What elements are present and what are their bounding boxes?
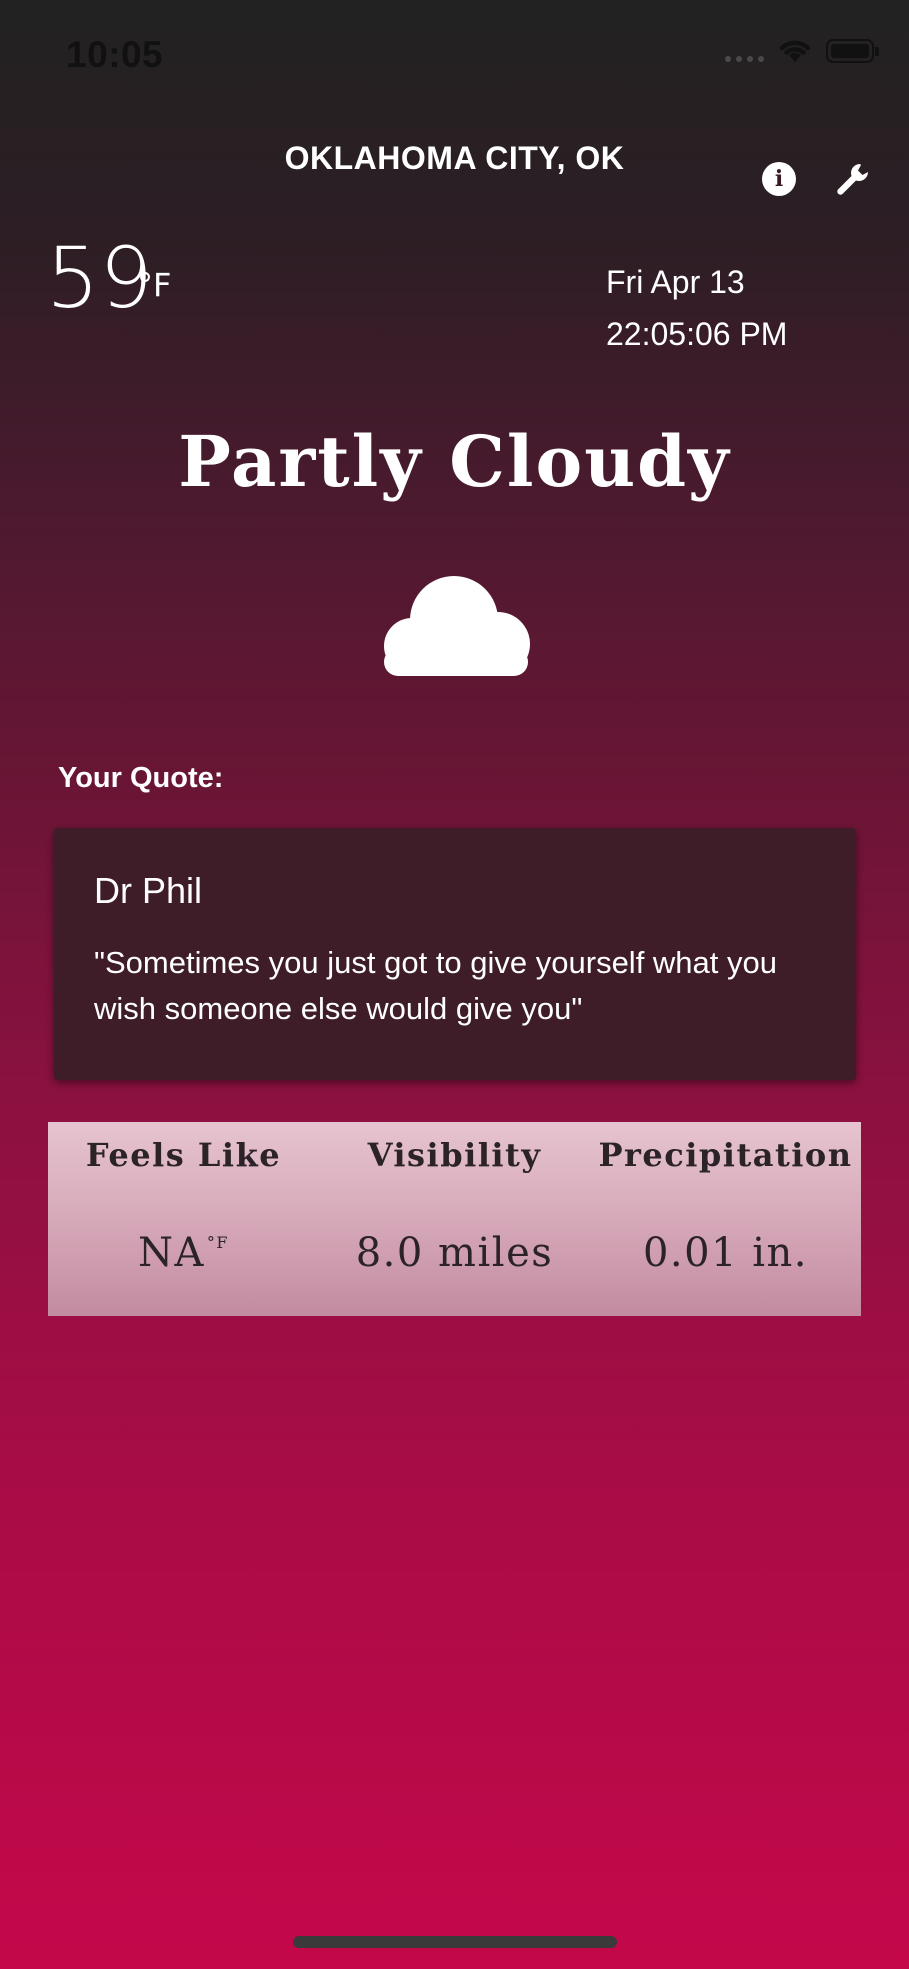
battery-icon	[826, 39, 879, 63]
status-bar: 10:05	[0, 0, 909, 110]
stat-label: Visibility	[367, 1136, 542, 1174]
feels-like-unit: °F	[206, 1233, 229, 1252]
wrench-icon[interactable]	[833, 160, 873, 200]
weather-stats-panel: Feels Like NA °F Visibility 8.0 miles Pre…	[48, 1122, 861, 1316]
stat-visibility: Visibility 8.0 miles	[319, 1122, 590, 1316]
wifi-icon	[779, 40, 811, 62]
status-indicators	[725, 38, 879, 64]
current-date: Fri Apr 13	[606, 264, 745, 300]
stat-value: 8.0 miles	[355, 1230, 554, 1276]
quote-label: Your Quote:	[58, 762, 224, 794]
stat-value: NA °F	[48, 1230, 319, 1276]
status-time: 10:05	[66, 34, 164, 75]
stat-label: Feels Like	[85, 1136, 282, 1174]
feels-like-value: NA	[138, 1230, 205, 1276]
home-indicator[interactable]	[293, 1936, 617, 1948]
stat-label: Precipitation	[598, 1136, 853, 1174]
date-time: Fri Apr 13 22:05:06 PM	[606, 256, 787, 360]
current-time: 22:05:06 PM	[606, 316, 788, 352]
signal-icon	[725, 40, 764, 62]
stat-value: 0.01 in.	[642, 1230, 809, 1276]
stat-precipitation: Precipitation 0.01 in.	[590, 1122, 861, 1316]
weather-condition: Partly Cloudy	[178, 420, 731, 503]
quote-text: "Sometimes you just got to give yourself…	[94, 945, 777, 1026]
stat-feels-like: Feels Like NA °F	[48, 1122, 319, 1316]
temperature-unit: °F	[137, 266, 172, 304]
quote-author: Dr Phil	[94, 870, 203, 911]
cloud-icon	[384, 576, 530, 676]
quote-card: Dr Phil "Sometimes you just got to give …	[54, 828, 856, 1080]
info-icon[interactable]: i	[762, 162, 796, 196]
